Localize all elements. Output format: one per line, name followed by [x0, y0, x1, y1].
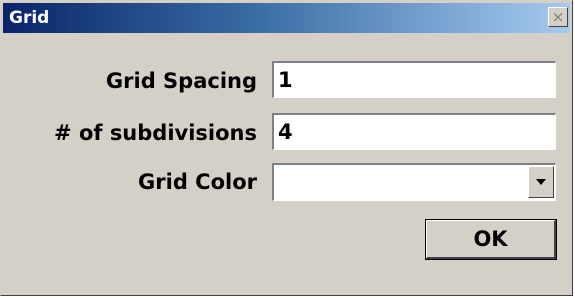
- subdivisions-input[interactable]: [272, 113, 556, 150]
- close-button[interactable]: ×: [548, 7, 568, 27]
- ok-button[interactable]: OK: [425, 219, 557, 260]
- subdivisions-label: # of subdivisions: [54, 121, 257, 145]
- grid-color-select[interactable]: [272, 163, 556, 201]
- title-bar[interactable]: Grid ×: [3, 3, 570, 33]
- grid-spacing-label: Grid Spacing: [105, 69, 257, 93]
- close-icon: ×: [551, 7, 565, 26]
- grid-color-label: Grid Color: [138, 170, 257, 194]
- chevron-down-icon: [536, 179, 546, 185]
- grid-color-dropdown-button[interactable]: [528, 166, 554, 198]
- window-title: Grid: [9, 8, 50, 28]
- grid-dialog: Grid × Grid Spacing # of subdivisions Gr…: [0, 0, 573, 296]
- grid-spacing-input[interactable]: [272, 61, 556, 98]
